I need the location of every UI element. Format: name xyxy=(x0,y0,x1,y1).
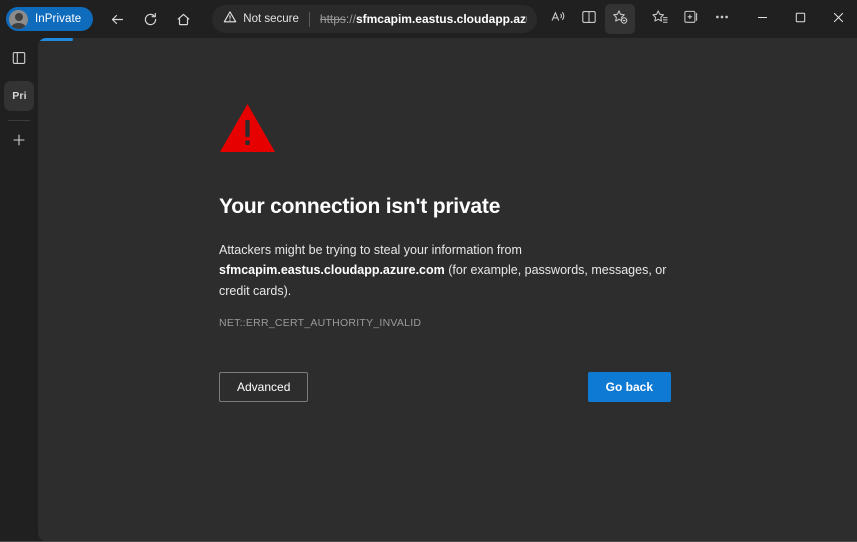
window-controls xyxy=(743,0,857,38)
page-content-area: Your connection isn't private Attackers … xyxy=(38,38,857,541)
url-host: sfmcapim.eastus.cloudapp.azure.com xyxy=(355,12,527,26)
page-title: Your connection isn't private xyxy=(219,195,501,218)
error-code: NET::ERR_CERT_AUTHORITY_INVALID xyxy=(219,316,422,329)
refresh-icon xyxy=(142,11,159,28)
favorites-icon xyxy=(651,8,669,31)
maximize-icon xyxy=(795,10,806,28)
certificate-error-page: Your connection isn't private Attackers … xyxy=(219,102,679,402)
add-favorite-button[interactable] xyxy=(605,4,635,34)
error-action-buttons: Advanced Go back xyxy=(219,371,671,402)
url-separator: :// xyxy=(345,12,356,26)
collections-button[interactable] xyxy=(676,4,706,34)
minimize-icon xyxy=(757,10,768,28)
home-button[interactable] xyxy=(168,4,198,34)
collections-icon xyxy=(682,8,700,31)
url-scheme: https xyxy=(319,12,346,26)
back-arrow-icon xyxy=(109,11,126,28)
tab-actions-icon xyxy=(11,50,27,71)
close-button[interactable] xyxy=(819,0,857,38)
minimize-button[interactable] xyxy=(743,0,781,38)
close-icon xyxy=(833,10,844,28)
back-button[interactable] xyxy=(102,4,132,34)
site-security-status[interactable]: Not secure xyxy=(223,10,299,29)
red-warning-triangle-icon xyxy=(219,102,679,159)
read-aloud-icon xyxy=(549,8,567,31)
error-description: Attackers might be trying to steal your … xyxy=(219,240,671,301)
person-avatar-icon xyxy=(9,9,28,29)
browser-toolbar: InPrivate Not secure https:// sfmcapim.… xyxy=(0,0,857,38)
url-text[interactable]: https://sfmcapim.eastus.cloudapp.azure.c… xyxy=(320,12,527,26)
maximize-button[interactable] xyxy=(781,0,819,38)
favorites-button[interactable] xyxy=(645,4,675,34)
window-body: Pri Your connection isn't private Attack… xyxy=(0,38,857,541)
error-description-host: sfmcapim.eastus.cloudapp.azure.com xyxy=(219,263,445,278)
add-favorite-icon xyxy=(611,8,629,31)
vertical-tab-label: Pri xyxy=(12,90,27,102)
advanced-button[interactable]: Advanced xyxy=(219,371,309,402)
sidebar-divider xyxy=(8,120,30,121)
address-bar[interactable]: Not secure https://sfmcapim.eastus.cloud… xyxy=(212,5,537,33)
security-label: Not secure xyxy=(243,13,299,25)
error-description-prefix: Attackers might be trying to steal your … xyxy=(219,243,522,257)
plus-icon xyxy=(11,132,27,153)
settings-and-more-button[interactable] xyxy=(707,4,737,34)
refresh-button[interactable] xyxy=(135,4,165,34)
new-tab-button[interactable] xyxy=(4,127,34,157)
split-screen-icon xyxy=(580,8,598,31)
home-icon xyxy=(175,11,192,28)
address-divider xyxy=(308,11,310,27)
inprivate-label: InPrivate xyxy=(35,13,82,25)
browser-window: InPrivate Not secure https:// sfmcapim.… xyxy=(0,0,857,542)
settings-and-more-icon xyxy=(713,8,731,31)
tab-actions-button[interactable] xyxy=(4,45,34,75)
navigation-buttons xyxy=(102,4,198,34)
toolbar-actions xyxy=(543,4,737,34)
vertical-tab-sidebar: Pri xyxy=(0,38,38,541)
loading-progress-bar xyxy=(38,38,73,41)
split-screen-button[interactable] xyxy=(574,4,604,34)
read-aloud-button[interactable] xyxy=(543,4,573,34)
inprivate-profile-pill[interactable]: InPrivate xyxy=(6,7,94,31)
go-back-button[interactable]: Go back xyxy=(587,371,671,402)
vertical-tab-inprivate[interactable]: Pri xyxy=(4,81,34,111)
warning-triangle-icon xyxy=(223,10,237,29)
